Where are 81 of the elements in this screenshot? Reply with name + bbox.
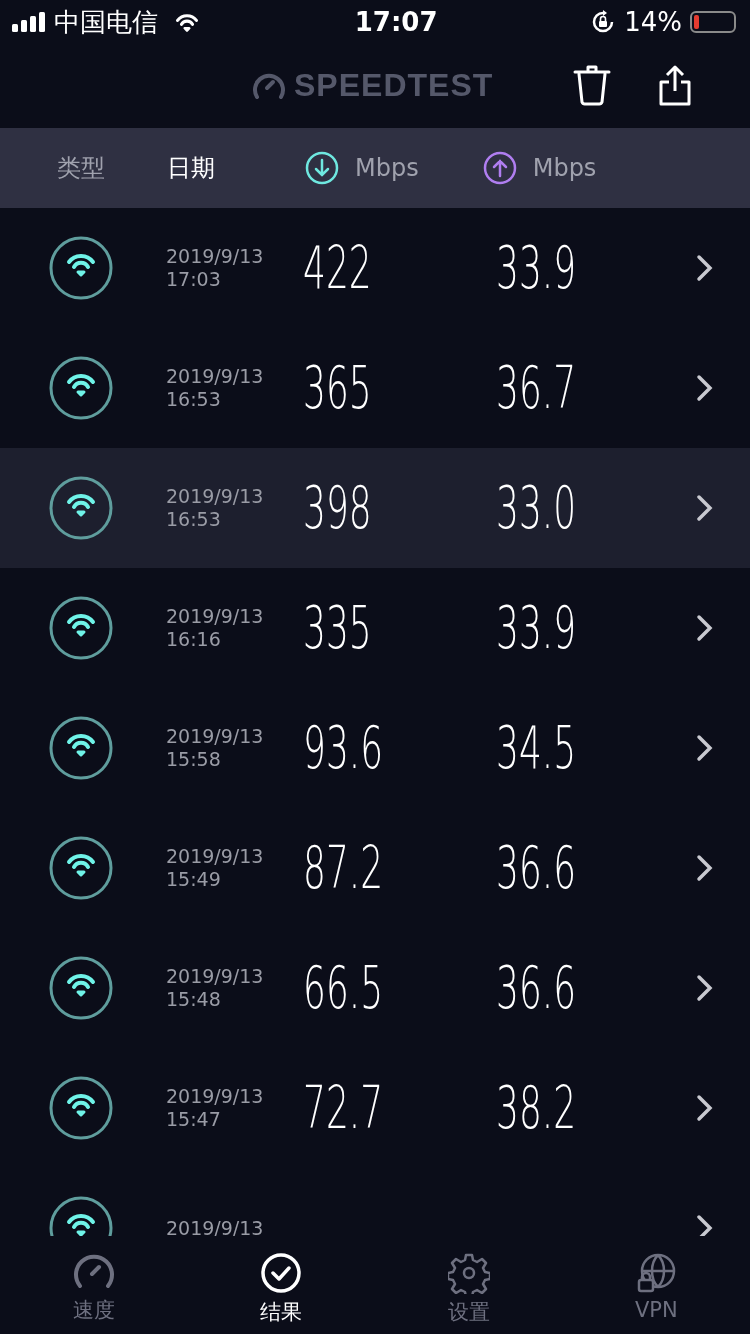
result-date: 2019/9/13 bbox=[166, 725, 265, 748]
result-row[interactable]: 2019/9/13 16:16 335 33.9 bbox=[0, 568, 750, 688]
result-row[interactable]: 2019/9/13 15:49 87.2 36.6 bbox=[0, 808, 750, 928]
upload-speed: 36.6 bbox=[496, 834, 578, 902]
result-row[interactable]: 2019/9/13 15:47 72.7 38.2 bbox=[0, 1048, 750, 1168]
checkmark-icon bbox=[260, 1252, 303, 1294]
tab[interactable]: 速度 bbox=[0, 1236, 188, 1334]
chevron-right-icon bbox=[696, 1094, 714, 1122]
upload-speed: 36.7 bbox=[496, 354, 578, 422]
chevron-right-icon bbox=[696, 614, 714, 642]
download-speed: 365 bbox=[303, 354, 373, 422]
delete-button[interactable] bbox=[573, 64, 612, 106]
download-speed: 335 bbox=[303, 594, 373, 662]
result-time: 16:53 bbox=[166, 508, 222, 531]
result-row[interactable]: 2019/9/13 16:53 398 33.0 bbox=[0, 448, 750, 568]
wifi-icon bbox=[49, 596, 113, 660]
result-date: 2019/9/13 bbox=[166, 365, 265, 388]
chevron-right-icon bbox=[696, 374, 714, 402]
result-date: 2019/9/13 bbox=[166, 245, 265, 268]
download-speed: 422 bbox=[303, 234, 373, 302]
result-row[interactable]: 2019/9/13 15:58 93.6 34.5 bbox=[0, 688, 750, 808]
tab[interactable]: 结果 bbox=[187, 1236, 375, 1334]
column-header[interactable]: Mbps bbox=[482, 151, 597, 185]
result-date: 2019/9/13 bbox=[166, 605, 265, 628]
chevron-right-icon bbox=[696, 1214, 714, 1236]
wifi-icon bbox=[49, 476, 113, 540]
result-time: 15:47 bbox=[166, 1108, 222, 1131]
download-speed: 398 bbox=[303, 474, 373, 542]
upload-speed: 33.9 bbox=[496, 594, 578, 662]
battery-percent: 14% bbox=[624, 7, 682, 37]
download-speed: 87.2 bbox=[303, 834, 385, 902]
result-date: 2019/9/13 bbox=[166, 485, 265, 508]
column-header[interactable]: 类型 bbox=[57, 152, 105, 184]
result-time: 15:58 bbox=[166, 748, 222, 771]
column-header[interactable]: 日期 bbox=[167, 152, 215, 184]
settings-icon bbox=[447, 1252, 490, 1294]
result-time: 16:53 bbox=[166, 388, 222, 411]
column-header[interactable]: Mbps bbox=[305, 151, 419, 185]
result-row[interactable]: 2019/9/13 16:53 365 36.7 bbox=[0, 328, 750, 448]
download-speed: 66.5 bbox=[303, 954, 385, 1022]
clock: 17:07 bbox=[354, 7, 438, 37]
tab[interactable]: 设置 bbox=[375, 1236, 563, 1334]
result-date: 2019/9/13 bbox=[166, 845, 265, 868]
app-logo: SPEEDTEST bbox=[294, 66, 494, 104]
wifi-icon bbox=[49, 236, 113, 300]
wifi-icon bbox=[49, 836, 113, 900]
result-date: 2019/9/13 bbox=[166, 965, 265, 988]
globe-lock-icon bbox=[635, 1252, 678, 1294]
battery-icon bbox=[690, 11, 736, 33]
carrier-name: 中国电信 bbox=[54, 5, 158, 39]
result-time: 15:48 bbox=[166, 988, 222, 1011]
signal-icon bbox=[12, 12, 46, 32]
tab[interactable]: VPN bbox=[562, 1236, 750, 1334]
download-speed: 72.7 bbox=[303, 1074, 385, 1142]
result-time: 15:49 bbox=[166, 868, 222, 891]
chevron-right-icon bbox=[696, 854, 714, 882]
share-button[interactable] bbox=[659, 64, 692, 106]
wifi-icon bbox=[49, 956, 113, 1020]
upload-speed: 33.0 bbox=[496, 474, 578, 542]
upload-speed: 34.5 bbox=[496, 714, 578, 782]
result-row[interactable]: 2019/9/13 bbox=[0, 1168, 750, 1236]
chevron-right-icon bbox=[696, 494, 714, 522]
result-row[interactable]: 2019/9/13 17:03 422 33.9 bbox=[0, 208, 750, 328]
result-date: 2019/9/13 bbox=[166, 1216, 265, 1236]
upload-speed: 38.2 bbox=[496, 1074, 578, 1142]
chevron-right-icon bbox=[696, 254, 714, 282]
download-speed: 93.6 bbox=[303, 714, 385, 782]
upload-icon bbox=[482, 151, 517, 185]
result-time: 17:03 bbox=[166, 268, 222, 291]
wifi-icon bbox=[49, 1076, 113, 1140]
upload-speed: 33.9 bbox=[496, 234, 578, 302]
gauge-icon bbox=[252, 71, 286, 99]
wifi-icon bbox=[49, 716, 113, 780]
result-row[interactable]: 2019/9/13 15:48 66.5 36.6 bbox=[0, 928, 750, 1048]
wifi-icon bbox=[49, 356, 113, 420]
download-icon bbox=[305, 151, 339, 185]
result-time: 16:16 bbox=[166, 628, 222, 651]
result-date: 2019/9/13 bbox=[166, 1085, 265, 1108]
upload-speed: 36.6 bbox=[496, 954, 578, 1022]
chevron-right-icon bbox=[696, 734, 714, 762]
chevron-right-icon bbox=[696, 974, 714, 1002]
